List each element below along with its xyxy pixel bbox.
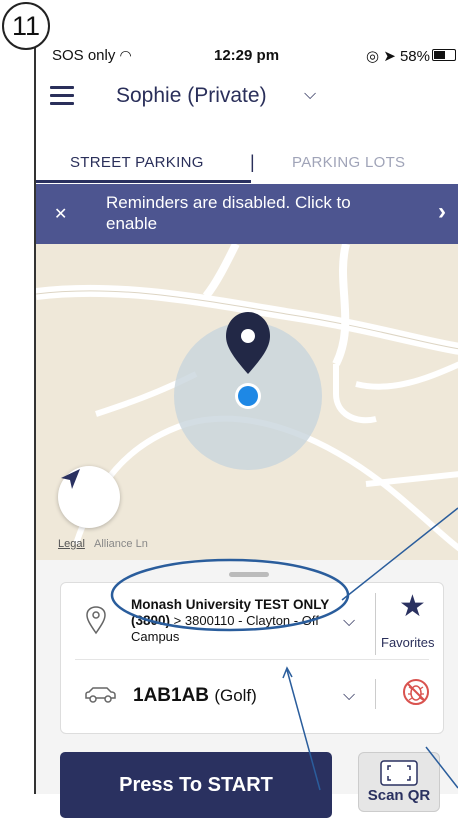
divider [375,679,376,709]
chevron-down-icon[interactable]: ⌵ [343,613,355,631]
street-label: Alliance Ln [94,538,148,550]
hamburger-icon[interactable] [50,86,74,110]
tab-divider: | [250,152,255,172]
carrier-label: SOS only [52,47,116,64]
zone-separator: > [173,613,182,628]
tab-street-parking[interactable]: STREET PARKING [70,154,204,171]
lock-rotation-icon: ◎ [365,48,380,65]
tab-parking-lots[interactable]: PARKING LOTS [292,154,405,171]
step-number-badge: 11 [2,2,50,50]
scan-qr-button[interactable]: Scan QR [358,752,440,812]
active-tab-indicator [36,180,251,183]
star-icon[interactable]: ★ [399,589,426,624]
clock: 12:29 pm [214,47,280,64]
divider [375,593,376,655]
vehicle-model: (Golf) [214,686,257,705]
phone-screen: SOS only ◠ 12:29 pm ◎ ➤ 58% Sophie (Priv… [34,36,458,818]
divider [75,659,429,660]
battery-percent: 58% [399,48,430,65]
scan-qr-label: Scan QR [367,787,431,804]
tab-bar: STREET PARKING | PARKING LOTS [36,142,458,185]
parking-details-card: Monash University TEST ONLY (3800) > 380… [60,582,444,734]
navigation-arrow-icon[interactable] [58,466,120,528]
start-parking-button[interactable]: Press To START [60,752,332,818]
reminders-banner[interactable]: ✕ Reminders are disabled. Click to enabl… [36,184,458,244]
map-view[interactable]: Legal Alliance Ln [36,244,458,560]
drag-handle[interactable] [229,572,269,577]
vehicle-selector[interactable]: 1AB1AB (Golf) [133,685,257,707]
bottom-sheet: Monash University TEST ONLY (3800) > 380… [36,560,458,818]
status-bar: SOS only ◠ 12:29 pm ◎ ➤ 58% [36,36,458,72]
no-bug-icon[interactable] [401,677,431,712]
account-selector[interactable]: Sophie (Private) [116,84,267,108]
zone-selector[interactable]: Monash University TEST ONLY (3800) > 380… [131,597,337,645]
chevron-down-icon[interactable]: ⌵ [304,86,316,104]
legal-link[interactable]: Legal [58,538,85,550]
wifi-icon: ◠ [119,47,132,63]
close-icon[interactable]: ✕ [54,204,67,224]
favorites-button[interactable]: Favorites [381,635,434,650]
banner-text: Reminders are disabled. Click to enable [106,193,351,233]
chevron-down-icon[interactable]: ⌵ [343,687,355,705]
location-services-icon: ➤ [383,48,396,65]
battery-icon [432,49,456,61]
chevron-right-icon[interactable]: › [438,198,446,226]
location-pin-icon [85,605,107,640]
plate-number: 1AB1AB [133,685,210,706]
car-icon [83,685,117,708]
current-location-dot [238,386,258,406]
